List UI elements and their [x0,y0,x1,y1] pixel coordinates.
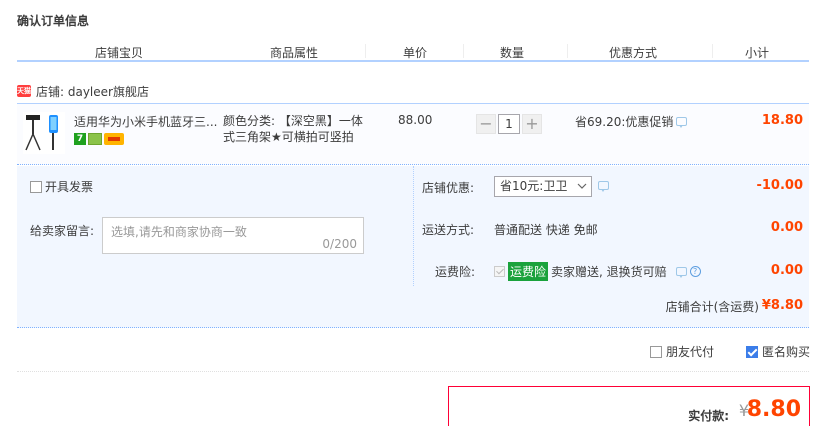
shipping-label: 运送方式: [422,223,475,237]
discount-info-icon[interactable] [598,181,609,192]
column-header: 店铺宝贝 商品属性 单价 数量 优惠方式 小计 [17,40,809,62]
shop-discount-select[interactable]: 省10元:卫卫 [494,176,592,197]
service-badges: 7 [74,133,124,145]
shop-name-link[interactable]: 店铺: dayleer旗舰店 [36,83,149,100]
friend-pay-option[interactable]: 朋友代付 [650,343,714,360]
shop-row: 天猫 店铺: dayleer旗舰店 [17,83,149,99]
insurance-label: 运费险: [435,265,476,279]
shop-discount-amount: -10.00 [756,178,803,193]
insurance-amount: 0.00 [770,263,803,278]
promo-detail-icon[interactable] [676,117,688,128]
insurance-info-icon[interactable] [675,267,687,278]
seven-day-return-icon[interactable]: 7 [74,133,86,145]
quantity-input[interactable] [498,114,520,134]
column-shop-item: 店铺宝贝 [95,46,144,60]
shop-discount-label: 店铺优惠: [422,181,475,195]
product-thumbnail[interactable] [23,112,65,154]
shop-total-amount: ¥8.80 [761,298,803,313]
message-textarea[interactable]: 选填,请先和商家协商一致 0/200 [102,217,364,254]
invoice-option[interactable]: 开具发票 [30,178,93,195]
insurance-checkbox[interactable] [494,266,505,277]
message-label: 给卖家留言: [30,224,95,238]
invoice-label: 开具发票 [45,180,94,194]
cart-item-row: 适用华为小米手机蓝牙三... 7 颜色分类: 【深空黑】一体式三角架★可横拍可竖… [17,103,809,165]
credit-card-icon[interactable] [104,133,124,145]
shipping-amount: 0.00 [770,220,803,235]
promo-info: 省69.20:优惠促销 [575,113,688,130]
payment-label: 实付款: [688,409,729,423]
column-subtotal: 小计 [745,46,770,60]
product-title-link[interactable]: 适用华为小米手机蓝牙三... [74,113,222,130]
page-title: 确认订单信息 [17,14,90,28]
friend-pay-label: 朋友代付 [666,345,715,359]
payment-summary: 实付款: ¥ 8.80 [448,386,810,426]
insurance-tag: 运费险 [508,262,549,281]
message-placeholder: 选填,请先和商家协商一致 [111,225,247,239]
insurance-text: 卖家赠送, 退换货可赔 [551,265,667,279]
guarantee-icon[interactable] [88,133,102,145]
item-subtotal: 18.80 [761,113,803,128]
product-attributes: 颜色分类: 【深空黑】一体式三角架★可横拍可竖拍 [223,114,363,144]
section-divider [17,371,809,372]
message-char-count: 0/200 [322,237,357,251]
column-promo: 优惠方式 [609,46,658,60]
unit-price: 88.00 [398,113,433,127]
column-divider [365,44,366,58]
column-divider [567,44,568,58]
insurance-info: 运费险 卖家赠送, 退换货可赔 ? [494,262,701,281]
payment-amount: 8.80 [746,397,801,422]
column-attributes: 商品属性 [270,46,319,60]
quantity-decrease-button[interactable]: − [476,114,496,134]
quantity-stepper: − + [476,114,542,134]
column-price: 单价 [403,46,428,60]
anonymous-checkbox[interactable] [746,345,758,358]
invoice-checkbox[interactable] [30,180,42,193]
shop-total-label: 店铺合计(含运费) [665,300,759,314]
anonymous-option[interactable]: 匿名购买 [746,343,810,360]
column-divider [712,44,713,58]
help-icon[interactable]: ? [689,266,701,277]
column-divider [463,44,464,58]
friend-pay-checkbox[interactable] [650,345,662,358]
quantity-increase-button[interactable]: + [522,114,542,134]
summary-divider [413,166,414,286]
column-quantity: 数量 [500,46,525,60]
shipping-method: 普通配送 快递 免邮 [494,223,598,237]
shop-summary: 开具发票 给卖家留言: 选填,请先和商家协商一致 0/200 店铺优惠: 省10… [17,166,809,328]
chevron-down-icon [577,183,587,189]
promo-text: 省69.20:优惠促销 [575,115,674,129]
shop-discount-selected: 省10元:卫卫 [500,179,568,193]
anonymous-label: 匿名购买 [762,345,811,359]
tmall-icon: 天猫 [17,85,31,97]
